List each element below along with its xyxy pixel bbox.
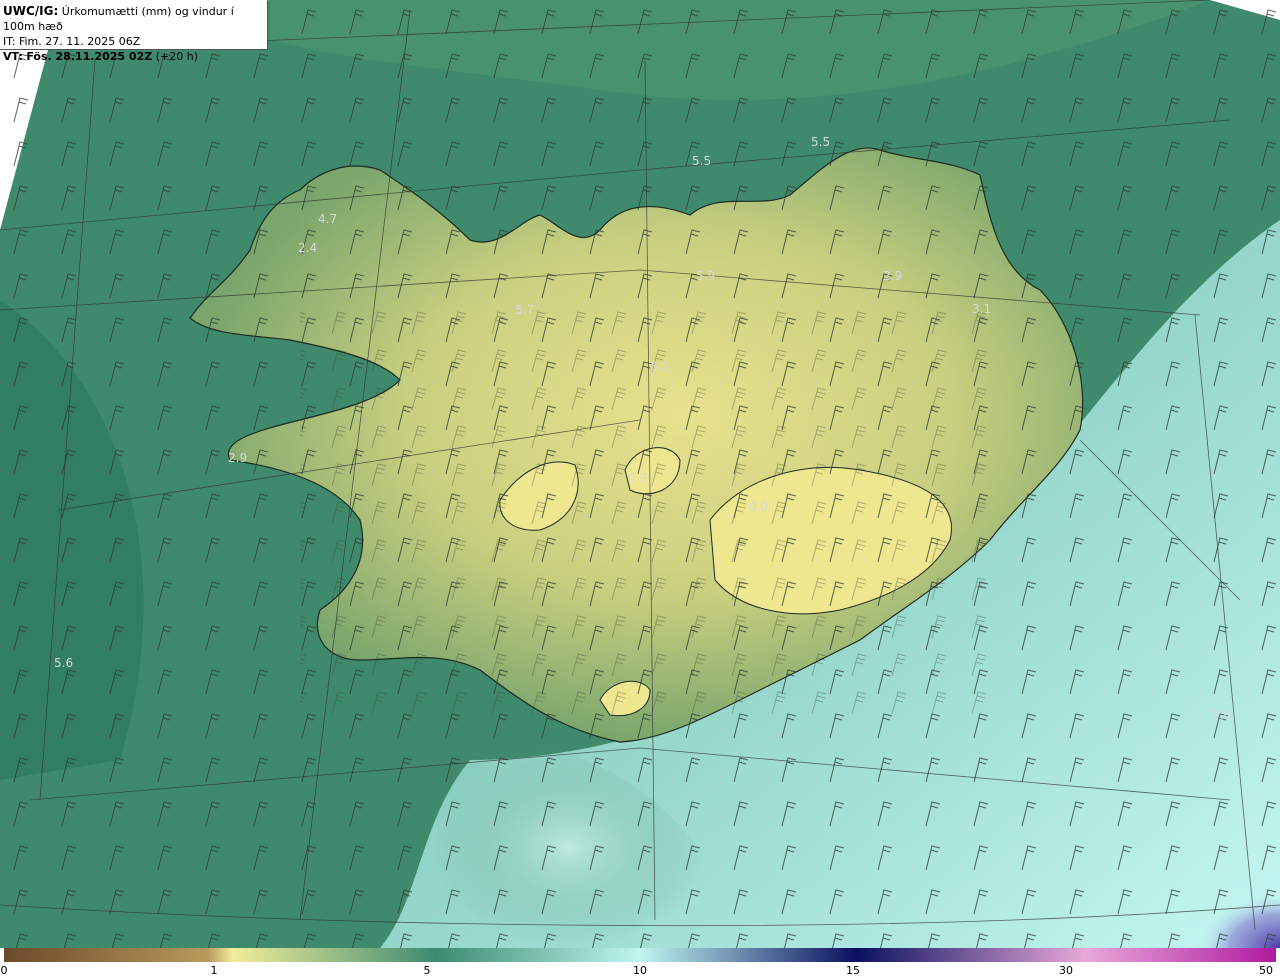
init-time-value: Fim. 27. 11. 2025 06Z <box>18 35 141 48</box>
valid-time-label: VT: <box>3 50 23 63</box>
precip-colorbar: 0 1 5 10 15 30 50 <box>0 948 1280 978</box>
weather-map: 4.7 2.4 5.5 5.5 5.9 2.9 3.1 5.7 6.2 2.9 … <box>0 0 1280 948</box>
init-time-line: IT: Fim. 27. 11. 2025 06Z <box>3 34 264 49</box>
colorbar-tick: 50 <box>1259 964 1273 977</box>
map-info-box: UWC/IG: Úrkomumætti (mm) og vindur í 100… <box>0 0 268 63</box>
map-label: 5.5 <box>692 154 711 168</box>
map-label: 5.9 <box>696 269 715 283</box>
model-name: UWC/IG: <box>3 4 59 18</box>
map-label: 2.4 <box>298 241 317 255</box>
map-label: 6.2 <box>650 360 669 374</box>
valid-time-value: Fös. 28.11.2025 02Z <box>26 50 153 63</box>
map-label: 5.6 <box>54 656 73 670</box>
init-time-label: IT: <box>3 35 16 48</box>
map-label: 4.7 <box>318 212 337 226</box>
map-label: 0.0 <box>749 500 768 514</box>
map-label: 2.9 <box>228 451 247 465</box>
map-label: 8.6 <box>1212 708 1231 722</box>
map-label: 5.5 <box>811 135 830 149</box>
map-label: 5.7 <box>515 303 534 317</box>
map-label: 0.9 <box>628 471 647 485</box>
info-title-line: UWC/IG: Úrkomumætti (mm) og vindur í 100… <box>3 4 264 34</box>
colorbar-tick: 1 <box>210 964 218 977</box>
colorbar-gradient <box>4 948 1276 962</box>
colorbar-tick: 10 <box>633 964 647 977</box>
colorbar-tick: 5 <box>423 964 431 977</box>
lead-time: (+20 h) <box>155 50 198 63</box>
colorbar-tick: 30 <box>1059 964 1073 977</box>
colorbar-tick: 0 <box>0 964 8 977</box>
colorbar-tick: 15 <box>846 964 860 977</box>
map-label: 3.1 <box>972 302 991 316</box>
valid-time-line: VT: Fös. 28.11.2025 02Z (+20 h) <box>3 49 264 64</box>
map-label: 2.9 <box>883 269 902 283</box>
